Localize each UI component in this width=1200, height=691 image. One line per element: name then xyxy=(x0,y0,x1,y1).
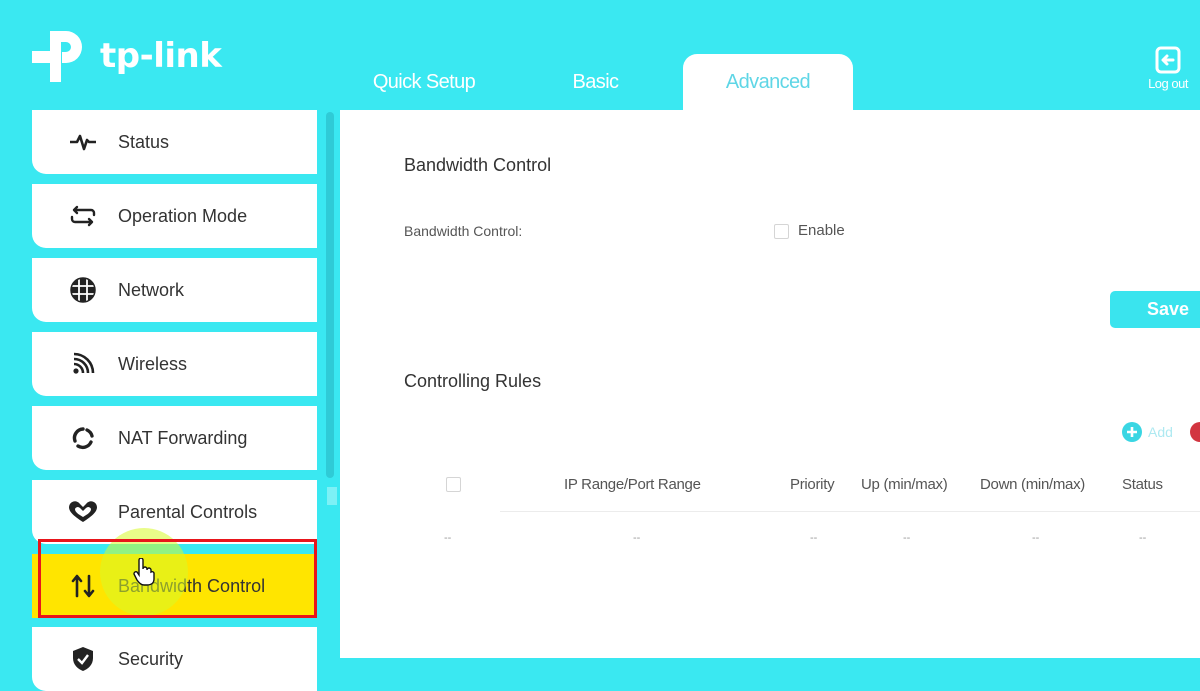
logout-icon xyxy=(1155,46,1181,74)
add-circle-icon xyxy=(1122,422,1142,442)
cell-status: -- xyxy=(1139,532,1147,544)
pulse-icon xyxy=(68,127,98,157)
cell-ip-range: -- xyxy=(633,532,641,544)
bandwidth-control-label: Bandwidth Control: xyxy=(404,223,523,239)
sidebar-item-nat-forwarding[interactable]: NAT Forwarding xyxy=(32,406,317,470)
tp-link-logo: tp-link xyxy=(32,27,222,87)
sidebar-item-security[interactable]: Security xyxy=(32,627,317,691)
add-rule-button[interactable]: Add xyxy=(1122,422,1173,442)
globe-icon xyxy=(68,275,98,305)
shield-check-icon xyxy=(68,644,98,674)
tab-quick-setup[interactable]: Quick Setup xyxy=(340,54,508,110)
enable-checkbox[interactable] xyxy=(774,224,789,239)
sidebar-item-parental-controls[interactable]: Parental Controls xyxy=(32,480,317,544)
brand-name: tp-link xyxy=(100,36,222,76)
sidebar-item-label: Security xyxy=(118,648,184,669)
column-header-priority: Priority xyxy=(790,476,835,493)
up-down-arrows-icon xyxy=(68,571,98,601)
cell-down: -- xyxy=(1032,532,1040,544)
heart-icon xyxy=(68,497,98,527)
scrollbar-nub xyxy=(327,487,337,505)
column-header-down: Down (min/max) xyxy=(980,476,1085,493)
cell-priority: -- xyxy=(810,532,818,544)
add-label: Add xyxy=(1148,424,1173,440)
sidebar-item-label: Status xyxy=(118,131,170,152)
column-header-ip-range: IP Range/Port Range xyxy=(564,476,701,493)
column-header-up: Up (min/max) xyxy=(861,476,948,493)
sidebar-item-label: Network xyxy=(118,279,185,300)
sidebar-item-bandwidth-control[interactable]: Bandwidth Control xyxy=(32,554,317,618)
nat-cycle-icon xyxy=(68,423,98,453)
column-header-status: Status xyxy=(1122,476,1163,493)
sidebar-item-label: NAT Forwarding xyxy=(118,427,248,448)
tp-link-logo-icon xyxy=(32,31,82,82)
tab-advanced[interactable]: Advanced xyxy=(683,54,853,110)
main-content: Bandwidth Control Bandwidth Control: Ena… xyxy=(340,110,1200,658)
sidebar-item-label: Operation Mode xyxy=(118,205,248,226)
wifi-icon xyxy=(68,349,98,379)
sidebar-item-status[interactable]: Status xyxy=(32,110,317,174)
sidebar-item-label: Bandwidth Control xyxy=(118,575,266,596)
logout-button[interactable]: Log out xyxy=(1140,46,1196,91)
cell-select: -- xyxy=(444,532,452,544)
swap-icon xyxy=(68,201,98,231)
main-tabs: Quick Setup Basic Advanced xyxy=(340,54,853,110)
controlling-rules-title: Controlling Rules xyxy=(404,371,542,391)
sidebar-item-label: Wireless xyxy=(118,353,188,374)
select-all-checkbox[interactable] xyxy=(446,477,461,492)
sidebar-item-wireless[interactable]: Wireless xyxy=(32,332,317,396)
tab-basic[interactable]: Basic xyxy=(508,54,683,110)
bandwidth-control-title: Bandwidth Control xyxy=(404,155,552,175)
enable-label[interactable]: Enable xyxy=(798,222,845,239)
sidebar-scrollbar[interactable] xyxy=(326,112,334,478)
delete-rule-button[interactable] xyxy=(1190,422,1200,442)
logout-label: Log out xyxy=(1148,76,1188,91)
sidebar-item-label: Parental Controls xyxy=(118,501,258,522)
cell-up: -- xyxy=(903,532,911,544)
table-header-divider xyxy=(500,511,1200,512)
sidebar-item-network[interactable]: Network xyxy=(32,258,317,322)
save-button[interactable]: Save xyxy=(1110,291,1200,328)
sidebar-item-operation-mode[interactable]: Operation Mode xyxy=(32,184,317,248)
